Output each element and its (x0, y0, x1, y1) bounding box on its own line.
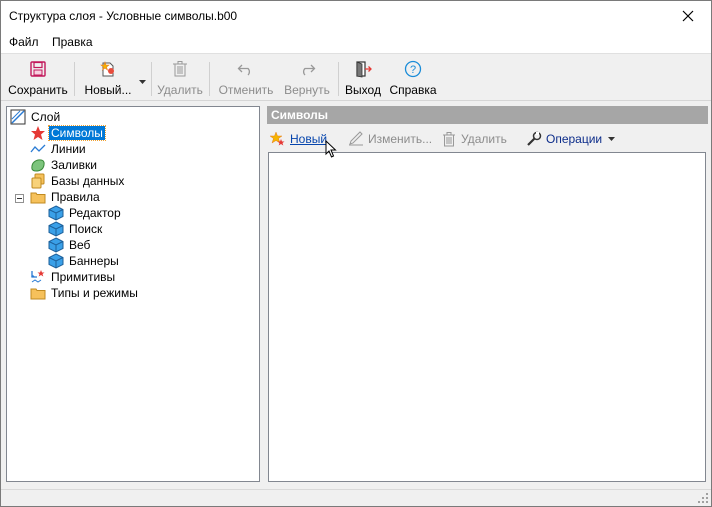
tree-node-symbols[interactable]: Символы (30, 125, 106, 141)
tree-label: Примитивы (51, 270, 116, 284)
tree-label: Правила (51, 190, 100, 204)
mouse-cursor-icon (325, 140, 337, 158)
cube-icon (48, 253, 64, 269)
tree-node-databases[interactable]: Базы данных (30, 173, 126, 189)
main-window: Структура слоя - Условные символы.b00 Фа… (0, 0, 712, 507)
help-icon: ? (403, 59, 423, 79)
close-button[interactable] (665, 1, 711, 31)
svg-text:?: ? (410, 64, 416, 76)
toolbar-separator (338, 62, 339, 96)
delete-label: Удалить (461, 132, 507, 146)
fill-icon (30, 157, 46, 173)
folder-icon (30, 189, 46, 205)
edit-label: Изменить... (368, 132, 433, 146)
edit-pencil-icon (347, 131, 365, 147)
toolbar-separator (209, 62, 210, 96)
redo-icon (297, 59, 317, 79)
trash-icon (440, 131, 458, 147)
menu-edit[interactable]: Правка (52, 35, 93, 49)
menu-file[interactable]: Файл (9, 35, 39, 49)
folder-icon (30, 285, 46, 301)
close-icon (682, 10, 694, 22)
exit-door-icon (353, 59, 373, 79)
tree-node-primitives[interactable]: Примитивы (30, 269, 117, 285)
help-label: Справка (389, 83, 437, 97)
layer-tree[interactable]: Слой Символы Линии Заливки Базы данных П… (6, 106, 260, 482)
tree-label: Типы и режимы (51, 286, 138, 300)
save-label: Сохранить (8, 83, 68, 97)
undo-icon (236, 59, 256, 79)
panel-header: Символы (267, 106, 708, 124)
undo-label: Отменить (218, 83, 274, 97)
new-star-icon (269, 131, 287, 147)
trash-icon (170, 59, 190, 79)
tree-label: Линии (51, 142, 86, 156)
cube-icon (48, 221, 64, 237)
tree-node-lines[interactable]: Линии (30, 141, 88, 157)
operations-menu-button[interactable]: Операции (525, 130, 616, 148)
delete-symbol-link[interactable]: Удалить (440, 130, 507, 148)
line-wave-icon (30, 141, 46, 157)
toolbar-separator (151, 62, 152, 96)
cube-icon (48, 237, 64, 253)
tree-node-rules[interactable]: Правила (30, 189, 102, 205)
new-label: Новый... (84, 83, 132, 97)
operations-label: Операции (546, 132, 603, 146)
undo-button[interactable]: Отменить (216, 58, 276, 98)
redo-label: Вернуть (284, 83, 330, 97)
cube-icon (48, 205, 64, 221)
exit-label: Выход (345, 83, 381, 97)
new-dropdown-button[interactable] (136, 58, 148, 98)
tree-label: Символы (48, 125, 106, 141)
delete-label: Удалить (157, 83, 203, 97)
symbols-list[interactable] (268, 152, 706, 482)
tree-label: Веб (69, 238, 91, 252)
toolbar: Сохранить Новый... Удалить Отменить Верн… (1, 53, 711, 101)
new-button[interactable]: Новый... (81, 58, 135, 98)
star-icon (30, 125, 46, 141)
tree-node-web[interactable]: Веб (48, 237, 92, 253)
new-document-icon (98, 59, 118, 79)
new-label: Новый (290, 132, 328, 146)
tree-label: Слой (31, 110, 61, 124)
save-button[interactable]: Сохранить (7, 58, 69, 98)
redo-button[interactable]: Вернуть (281, 58, 333, 98)
edit-symbol-link[interactable]: Изменить... (347, 130, 432, 148)
tree-label: Поиск (69, 222, 103, 236)
save-icon (28, 59, 48, 79)
toolbar-separator (74, 62, 75, 96)
delete-button[interactable]: Удалить (157, 58, 203, 98)
tree-node-fills[interactable]: Заливки (30, 157, 99, 173)
primitives-icon (30, 269, 46, 285)
tree-node-search[interactable]: Поиск (48, 221, 104, 237)
status-bar (1, 489, 711, 506)
collapse-rules-toggle[interactable] (15, 194, 24, 203)
minus-icon (17, 198, 22, 199)
tree-node-editor[interactable]: Редактор (48, 205, 123, 221)
resize-grip-icon[interactable] (697, 492, 709, 504)
dropdown-arrow-icon (137, 72, 147, 92)
tree-node-layer[interactable]: Слой (10, 109, 62, 125)
symbols-panel: Символы Новый Изменить... Удалить Операц… (267, 106, 708, 482)
help-button[interactable]: ? Справка (388, 58, 438, 98)
menu-bar: Файл Правка (1, 31, 711, 53)
database-icon (30, 173, 46, 189)
tree-node-banners[interactable]: Баннеры (48, 253, 121, 269)
new-symbol-link[interactable]: Новый (269, 130, 327, 148)
wrench-icon (525, 131, 543, 147)
window-title: Структура слоя - Условные символы.b00 (9, 9, 238, 23)
tree-label: Редактор (69, 206, 121, 220)
layer-icon (10, 109, 26, 125)
exit-button[interactable]: Выход (343, 58, 383, 98)
tree-label: Баннеры (69, 254, 119, 268)
tree-label: Заливки (51, 158, 97, 172)
chevron-down-icon (608, 137, 616, 141)
title-bar: Структура слоя - Условные символы.b00 (1, 1, 711, 31)
tree-label: Базы данных (51, 174, 125, 188)
tree-node-types[interactable]: Типы и режимы (30, 285, 140, 301)
